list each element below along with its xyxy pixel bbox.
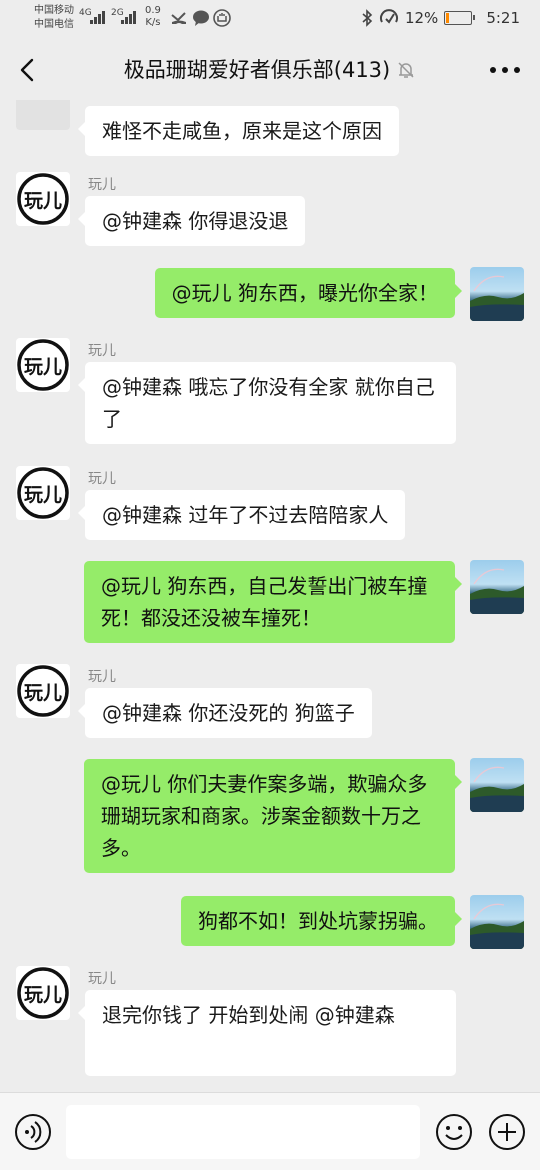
svg-text:玩儿: 玩儿 (24, 356, 62, 378)
avatar[interactable] (470, 895, 524, 949)
sender-name: 玩儿 (88, 471, 116, 487)
self-avatar-landscape (470, 766, 524, 812)
svg-text:玩儿: 玩儿 (24, 682, 62, 704)
avatar[interactable]: 玩儿 (16, 466, 70, 520)
clock: 5:21 (486, 9, 520, 27)
carrier-labels: 中国移动 中国电信 (34, 4, 74, 32)
battery-icon (444, 11, 476, 25)
avatar-glyph: 玩儿 (17, 665, 69, 717)
bell-off-icon (398, 62, 414, 78)
chevron-left-icon[interactable] (12, 54, 44, 86)
voice-icon[interactable] (14, 1113, 52, 1151)
avatar-glyph: 玩儿 (17, 967, 69, 1019)
avatar[interactable]: 玩儿 (16, 338, 70, 392)
message-bubble-outgoing[interactable]: 狗都不如！到处坑蒙拐骗。 (181, 896, 462, 946)
carrier-1: 中国移动 (34, 5, 74, 16)
battery-percent: 12% (404, 9, 439, 27)
network-speed: 0.9 K/s (145, 5, 161, 28)
avatar[interactable] (470, 267, 524, 321)
avatar-glyph: 玩儿 (17, 467, 69, 519)
svg-text:玩儿: 玩儿 (24, 484, 62, 506)
more-dots-icon[interactable] (488, 60, 522, 80)
message-bubble-outgoing[interactable]: @玩儿 狗东西，曝光你全家！ (154, 268, 463, 318)
avatar-glyph: 玩儿 (17, 339, 69, 391)
message-bubble-incoming[interactable]: @钟建森 哦忘了你没有全家 就你自己了 (78, 362, 456, 444)
sender-name: 玩儿 (88, 343, 116, 359)
chat-message-list[interactable]: 难怪不走咸鱼，原来是这个原因 玩儿 玩儿 @钟建森 你得退没退 @玩儿 狗东西，… (0, 100, 540, 1092)
message-input[interactable] (66, 1105, 420, 1159)
sender-name: 玩儿 (88, 177, 116, 193)
svg-text:玩儿: 玩儿 (24, 190, 62, 212)
sender-name: 玩儿 (88, 971, 116, 987)
avatar[interactable]: 玩儿 (16, 172, 70, 226)
chat-input-bar (0, 1092, 540, 1170)
self-avatar-landscape (470, 568, 524, 614)
signal-bars-2-icon (121, 10, 136, 24)
signal-bars-1-icon (90, 10, 105, 24)
chat-title: 极品珊瑚爱好者俱乐部(413) (123, 58, 391, 82)
self-avatar-landscape (470, 275, 524, 321)
avatar[interactable] (470, 560, 524, 614)
svg-text:玩儿: 玩儿 (24, 984, 62, 1006)
app-notification-icon (213, 9, 231, 27)
chat-bubble-icon (193, 10, 209, 26)
carrier-2: 中国电信 (34, 19, 74, 30)
chat-title-group[interactable]: 极品珊瑚爱好者俱乐部(413) (70, 55, 470, 85)
message-bubble-incoming[interactable]: @钟建森 过年了不过去陪陪家人 (77, 490, 406, 540)
plus-icon[interactable] (488, 1113, 526, 1151)
avatar[interactable] (16, 100, 70, 130)
avatar[interactable]: 玩儿 (16, 966, 70, 1020)
avatar[interactable]: 玩儿 (16, 664, 70, 718)
message-bubble-incoming[interactable]: 难怪不走咸鱼，原来是这个原因 (78, 106, 399, 156)
sender-name: 玩儿 (88, 669, 116, 685)
message-bubble-incoming[interactable]: 退完你钱了 开始到处闹 @钟建森 (78, 990, 456, 1076)
battery-level (446, 13, 450, 23)
avatar-glyph: 玩儿 (17, 173, 69, 225)
chat-header: 极品珊瑚爱好者俱乐部(413) (0, 40, 540, 100)
message-bubble-incoming[interactable]: @钟建森 你还没死的 狗篮子 (78, 688, 372, 738)
missed-call-icon (171, 12, 186, 24)
right-status-group: 12% 5:21 (361, 8, 520, 28)
data-saver-icon (379, 9, 398, 24)
message-bubble-outgoing[interactable]: @玩儿 你们夫妻作案多端，欺骗众多珊瑚玩家和商家。涉案金额数十万之多。 (84, 759, 462, 873)
self-avatar-landscape (470, 903, 524, 949)
message-bubble-outgoing[interactable]: @玩儿 狗东西，自己发誓出门被车撞死！都没还没被车撞死！ (84, 561, 462, 643)
message-bubble-incoming[interactable]: @钟建森 你得退没退 (77, 196, 306, 246)
bluetooth-icon (362, 9, 373, 27)
avatar[interactable] (470, 758, 524, 812)
emoji-icon[interactable] (435, 1113, 473, 1151)
status-bar: 中国移动 中国电信 4G 2G 0.9 K/s 12% 5:21 (0, 0, 540, 40)
